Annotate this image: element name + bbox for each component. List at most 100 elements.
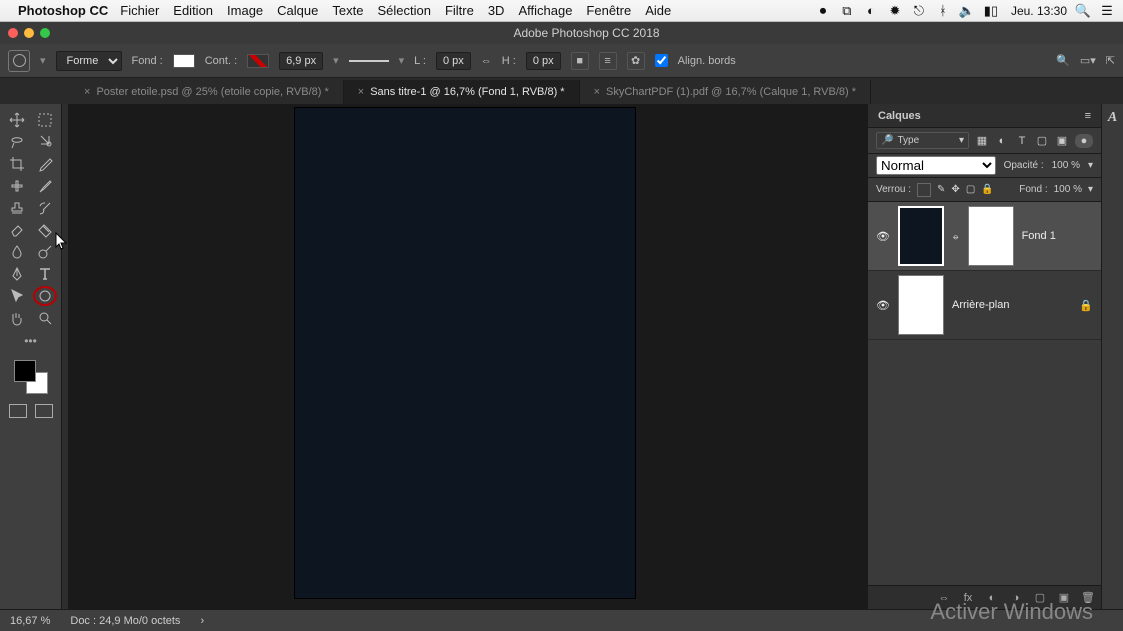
filter-type-icon[interactable]: T (1015, 134, 1029, 148)
artboard[interactable] (295, 108, 635, 598)
menu-icon[interactable]: ☰ (1099, 3, 1115, 19)
menu-calque[interactable]: Calque (277, 3, 318, 18)
width-input[interactable]: 0 px (436, 52, 471, 70)
height-input[interactable]: 0 px (526, 52, 561, 70)
layer-thumbnail[interactable] (898, 206, 944, 266)
menu-3d[interactable]: 3D (488, 3, 505, 18)
opacity-input[interactable]: 100 % (1052, 160, 1080, 171)
move-tool[interactable] (5, 110, 29, 130)
close-tab-icon[interactable]: × (84, 86, 90, 98)
workspace-icon[interactable]: ▭▾ (1080, 54, 1096, 67)
close-tab-icon[interactable]: × (594, 86, 600, 98)
shape-tool[interactable] (33, 286, 57, 306)
menu-fichier[interactable]: Fichier (120, 3, 159, 18)
marquee-tool[interactable] (33, 110, 57, 130)
eyedropper-tool[interactable] (33, 154, 57, 174)
stroke-style-select[interactable] (349, 60, 389, 62)
lock-icon[interactable]: 🔒 (1079, 299, 1093, 312)
tool-mode-select[interactable]: Forme (56, 51, 122, 71)
bluetooth-icon[interactable]: ᚼ (935, 3, 951, 19)
quick-select-tool[interactable] (33, 132, 57, 152)
stamp-tool[interactable] (5, 198, 29, 218)
link-wh-icon[interactable]: ⇔ (481, 55, 492, 67)
menu-selection[interactable]: Sélection (377, 3, 430, 18)
layer-name[interactable]: Fond 1 (1022, 230, 1093, 242)
hand-tool[interactable] (5, 308, 29, 328)
layer-item[interactable]: 👁 Arrière-plan 🔒 (868, 271, 1101, 340)
layers-panel-title[interactable]: Calques (878, 110, 921, 122)
menu-edition[interactable]: Edition (173, 3, 213, 18)
adjustment-icon[interactable]: ◑ (1009, 591, 1023, 605)
dropbox-icon[interactable]: ⧉ (839, 3, 855, 19)
mask-link-icon[interactable]: ⦵ (952, 231, 960, 242)
mask-thumbnail[interactable] (968, 206, 1014, 266)
layer-filter-select[interactable]: 🔎Type▾ (876, 132, 969, 149)
volume-icon[interactable]: 🔈 (959, 3, 975, 19)
cc-icon[interactable]: ◐ (863, 3, 879, 19)
gradient-tool[interactable] (33, 220, 57, 240)
zoom-tool[interactable] (33, 308, 57, 328)
layer-thumbnail[interactable] (898, 275, 944, 335)
new-layer-icon[interactable]: ▣ (1057, 591, 1071, 605)
crop-tool[interactable] (5, 154, 29, 174)
menu-affichage[interactable]: Affichage (518, 3, 572, 18)
share-icon[interactable]: ⇱ (1106, 54, 1115, 67)
filter-smart-icon[interactable]: ▣ (1055, 134, 1069, 148)
canvas-area[interactable] (62, 104, 867, 609)
foreground-color-swatch[interactable] (14, 360, 36, 382)
app-name[interactable]: Photoshop CC (18, 3, 108, 18)
color-swatches[interactable] (14, 360, 48, 394)
link-layers-icon[interactable]: ⇔ (937, 591, 951, 605)
tab-document-1[interactable]: ×Poster etoile.psd @ 25% (etoile copie, … (70, 80, 344, 104)
stroke-width-input[interactable]: 6,9 px (279, 52, 323, 70)
search-icon[interactable]: 🔍 (1056, 54, 1070, 67)
pathops-icon[interactable]: ■ (571, 52, 589, 70)
panel-menu-icon[interactable]: ≡ (1085, 110, 1091, 122)
blend-mode-select[interactable]: Normal (876, 156, 996, 175)
close-window-button[interactable] (8, 28, 18, 38)
fill-input[interactable]: 100 % (1054, 184, 1082, 195)
lock-artboard-icon[interactable]: ▢ (966, 184, 975, 195)
menu-image[interactable]: Image (227, 3, 263, 18)
menu-aide[interactable]: Aide (645, 3, 671, 18)
sync-icon[interactable]: ✹ (887, 3, 903, 19)
path-select-tool[interactable] (5, 286, 29, 306)
menu-texte[interactable]: Texte (332, 3, 363, 18)
layer-name[interactable]: Arrière-plan (952, 299, 1071, 311)
menu-fenetre[interactable]: Fenêtre (586, 3, 631, 18)
delete-layer-icon[interactable]: 🗑 (1081, 591, 1095, 605)
filter-adjust-icon[interactable]: ◐ (995, 134, 1009, 148)
edit-toolbar-icon[interactable]: ••• (24, 334, 37, 348)
blur-tool[interactable] (5, 242, 29, 262)
menu-filtre[interactable]: Filtre (445, 3, 474, 18)
pen-tool[interactable] (5, 264, 29, 284)
minimize-window-button[interactable] (24, 28, 34, 38)
quickmask-icon[interactable] (9, 404, 27, 418)
doc-info[interactable]: Doc : 24,9 Mo/0 octets (70, 615, 180, 627)
eraser-tool[interactable] (5, 220, 29, 240)
lock-all-icon[interactable]: 🔒 (981, 184, 993, 195)
maximize-window-button[interactable] (40, 28, 50, 38)
close-tab-icon[interactable]: × (358, 86, 364, 98)
gear-icon[interactable]: ✿ (627, 52, 645, 70)
layer-item[interactable]: 👁 ⦵ Fond 1 (868, 202, 1101, 271)
filter-pixel-icon[interactable]: ▦ (975, 134, 989, 148)
clock[interactable]: Jeu. 13:30 (1011, 4, 1067, 18)
align-icon[interactable]: ≡ (599, 52, 617, 70)
wifi-icon[interactable]: ⎋ (911, 3, 927, 19)
mask-icon[interactable]: ◐ (985, 591, 999, 605)
current-tool-icon[interactable] (8, 50, 30, 72)
fill-swatch[interactable] (173, 54, 195, 68)
dodge-tool[interactable] (33, 242, 57, 262)
character-panel-icon[interactable]: A (1105, 110, 1121, 126)
doc-info-chevron-icon[interactable]: › (200, 615, 204, 627)
fx-icon[interactable]: fx (961, 591, 975, 605)
visibility-icon[interactable]: 👁 (876, 230, 890, 243)
screencast-icon[interactable]: ⏺ (815, 3, 831, 19)
filter-toggle-icon[interactable]: ● (1075, 134, 1093, 148)
history-brush-tool[interactable] (33, 198, 57, 218)
zoom-level[interactable]: 16,67 % (10, 615, 50, 627)
spotlight-icon[interactable]: 🔍 (1075, 3, 1091, 19)
stroke-swatch[interactable] (247, 54, 269, 68)
visibility-icon[interactable]: 👁 (876, 299, 890, 312)
